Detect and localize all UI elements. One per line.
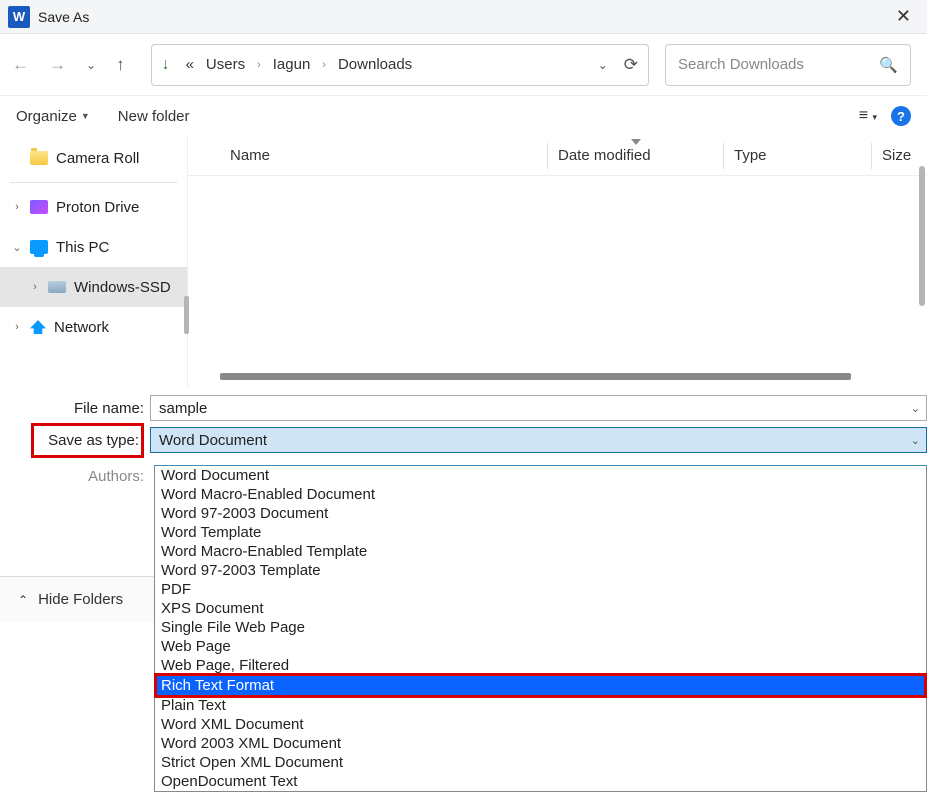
explorer-main: › Camera Roll › Proton Drive ⌄ This PC ›… <box>0 136 927 386</box>
downloads-folder-icon: ↓ <box>162 56 170 74</box>
type-option[interactable]: Strict Open XML Document <box>155 753 926 772</box>
authors-label: Authors: <box>0 468 150 485</box>
new-folder-button[interactable]: New folder <box>118 108 190 125</box>
crumb-user[interactable]: Iagun <box>273 56 311 73</box>
search-field[interactable]: Search Downloads 🔍 <box>665 44 911 86</box>
organize-button[interactable]: Organize▼ <box>16 108 90 125</box>
file-name-row: File name: sample ⌄ <box>0 392 927 424</box>
view-options-button[interactable]: ≡ ▾ <box>859 107 877 125</box>
type-option[interactable]: Word 97-2003 Template <box>155 561 926 580</box>
type-option[interactable]: PDF <box>155 580 926 599</box>
column-name[interactable]: Name <box>230 147 547 164</box>
chevron-down-icon[interactable]: ⌄ <box>911 402 920 415</box>
sidebar-item-label: Camera Roll <box>56 150 139 167</box>
crumb-downloads[interactable]: Downloads <box>338 56 412 73</box>
search-icon: 🔍 <box>879 56 898 74</box>
sidebar-item-proton-drive[interactable]: › Proton Drive <box>0 187 187 227</box>
address-dropdown-icon[interactable]: ⌄ <box>598 58 608 72</box>
proton-icon <box>30 200 48 214</box>
save-as-type-label: Save as type: <box>31 423 144 458</box>
annotation-highlight: Rich Text Format <box>154 673 927 698</box>
folder-icon <box>30 151 48 165</box>
navigation-row: ← → ⌄ ↑ ↓ « Users › Iagun › Downloads ⌄ … <box>0 34 927 96</box>
save-as-type-row: Save as type: Word Document ⌄ <box>0 424 927 456</box>
sidebar-item-camera-roll[interactable]: › Camera Roll <box>0 138 187 178</box>
word-app-icon: W <box>8 6 30 28</box>
file-list-area: Name Date modified Type Size <box>188 136 927 386</box>
save-as-type-dropdown[interactable]: Word Document Word Macro-Enabled Documen… <box>154 465 927 792</box>
type-option-selected[interactable]: Rich Text Format <box>157 676 924 695</box>
column-header-row: Name Date modified Type Size <box>188 136 927 176</box>
column-date-modified[interactable]: Date modified <box>547 143 723 169</box>
type-option[interactable]: Word XML Document <box>155 715 926 734</box>
type-option[interactable]: OpenDocument Text <box>155 772 926 791</box>
titlebar: W Save As ✕ <box>0 0 927 34</box>
column-size[interactable]: Size <box>871 143 927 169</box>
back-button[interactable]: ← <box>12 55 29 75</box>
type-option[interactable]: Word 97-2003 Document <box>155 504 926 523</box>
chevron-down-icon[interactable]: ⌄ <box>911 434 920 447</box>
recent-locations-button[interactable]: ⌄ <box>86 58 96 72</box>
sidebar-item-label: Proton Drive <box>56 199 139 216</box>
help-icon[interactable]: ? <box>891 106 911 126</box>
sidebar-item-this-pc[interactable]: ⌄ This PC <box>0 227 187 267</box>
type-option[interactable]: Single File Web Page <box>155 618 926 637</box>
file-name-label: File name: <box>0 400 150 417</box>
type-option[interactable]: Plain Text <box>155 696 926 715</box>
file-name-value: sample <box>159 400 207 417</box>
search-placeholder: Search Downloads <box>678 56 879 73</box>
sidebar-item-label: This PC <box>56 239 109 256</box>
type-option[interactable]: Word Document <box>155 466 926 485</box>
type-option[interactable]: Web Page <box>155 637 926 656</box>
type-option[interactable]: XPS Document <box>155 599 926 618</box>
window-title: Save As <box>38 9 89 25</box>
crumb-users[interactable]: Users <box>206 56 245 73</box>
sidebar-item-label: Network <box>54 319 109 336</box>
sidebar-divider <box>10 182 177 183</box>
up-button[interactable]: ↑ <box>116 55 125 75</box>
save-as-type-value: Word Document <box>159 432 267 449</box>
sidebar-item-network[interactable]: › Network <box>0 307 187 347</box>
crumb-ellipsis[interactable]: « <box>186 56 194 73</box>
type-option[interactable]: Word Macro-Enabled Template <box>155 542 926 561</box>
refresh-icon[interactable]: ⟳ <box>624 55 638 75</box>
horizontal-scrollbar[interactable] <box>220 373 851 380</box>
type-option[interactable]: Word Template <box>155 523 926 542</box>
crumb-sep-icon: › <box>257 59 261 71</box>
save-as-type-field[interactable]: Word Document ⌄ <box>150 427 927 453</box>
type-option[interactable]: Word 2003 XML Document <box>155 734 926 753</box>
sidebar-item-windows-ssd[interactable]: › Windows-SSD <box>0 267 187 307</box>
sidebar: › Camera Roll › Proton Drive ⌄ This PC ›… <box>0 136 188 386</box>
file-name-field[interactable]: sample ⌄ <box>150 395 927 421</box>
close-icon[interactable]: ✕ <box>888 6 919 27</box>
annotation-highlight: Save as type: <box>0 423 150 458</box>
network-icon <box>30 320 46 334</box>
hide-folders-button[interactable]: Hide Folders <box>38 591 123 608</box>
forward-button[interactable]: → <box>49 55 66 75</box>
address-bar[interactable]: ↓ « Users › Iagun › Downloads ⌄ ⟳ <box>151 44 649 86</box>
crumb-sep-icon: › <box>322 59 326 71</box>
chevron-up-icon[interactable]: ⌃ <box>18 593 28 607</box>
sidebar-item-label: Windows-SSD <box>74 279 171 296</box>
vertical-scrollbar[interactable] <box>919 166 925 306</box>
drive-icon <box>48 281 66 293</box>
pc-icon <box>30 240 48 254</box>
toolbar: Organize▼ New folder ≡ ▾ ? <box>0 96 927 136</box>
type-option[interactable]: Word Macro-Enabled Document <box>155 485 926 504</box>
column-type[interactable]: Type <box>723 143 871 169</box>
